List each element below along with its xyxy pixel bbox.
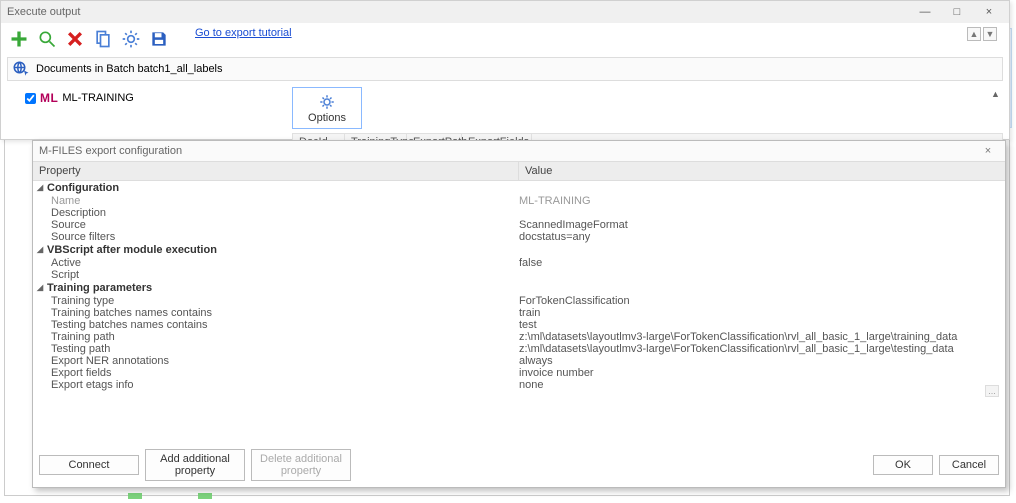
row-export-etags[interactable]: Export etags infonone	[33, 379, 1005, 391]
batch-label: Documents in Batch batch1_all_labels	[36, 63, 223, 75]
copy-icon	[93, 29, 113, 49]
section-training-parameters[interactable]: ◢Training parameters	[33, 281, 1005, 295]
window-title: Execute output	[7, 6, 80, 18]
options-button[interactable]: Options	[292, 87, 362, 129]
col-property[interactable]: Property	[33, 162, 519, 180]
connect-button[interactable]: Connect	[39, 455, 139, 475]
x-icon	[65, 29, 85, 49]
options-label: Options	[308, 112, 346, 124]
plus-icon	[9, 29, 29, 49]
row-name[interactable]: NameML-TRAINING	[33, 195, 1005, 207]
close-button[interactable]: ×	[977, 145, 999, 157]
save-icon	[149, 29, 169, 49]
section-configuration[interactable]: ◢Configuration	[33, 181, 1005, 195]
window-titlebar: Execute output — □ ×	[1, 1, 1009, 23]
delete-property-button: Delete additional property	[251, 449, 351, 481]
search-button[interactable]	[35, 27, 59, 51]
scroll-up-arrow[interactable]: ▲	[991, 89, 1001, 99]
tree-item-ml-training[interactable]: ML ML-TRAINING	[9, 87, 278, 105]
add-property-button[interactable]: Add additional property	[145, 449, 245, 481]
batch-bar: Documents in Batch batch1_all_labels	[7, 57, 1003, 81]
row-training-path[interactable]: Training pathz:\ml\datasets\layoutlmv3-l…	[33, 331, 1005, 343]
export-tutorial-link[interactable]: Go to export tutorial	[195, 27, 292, 39]
property-grid: ◢Configuration NameML-TRAINING Descripti…	[33, 181, 1005, 457]
tree-item-label: ML-TRAINING	[62, 92, 134, 104]
section-vbscript[interactable]: ◢VBScript after module execution	[33, 243, 1005, 257]
row-description[interactable]: Description	[33, 207, 1005, 219]
delete-button[interactable]	[63, 27, 87, 51]
dialog-title: M-FILES export configuration	[39, 145, 182, 157]
gear-icon	[318, 93, 336, 111]
ok-button[interactable]: OK	[873, 455, 933, 475]
row-testing-path[interactable]: Testing pathz:\ml\datasets\layoutlmv3-la…	[33, 343, 1005, 355]
cancel-button[interactable]: Cancel	[939, 455, 999, 475]
pin-up-button[interactable]: ▲	[967, 27, 981, 41]
tree-checkbox[interactable]	[25, 93, 36, 104]
row-source-filters[interactable]: Source filtersdocstatus=any	[33, 231, 1005, 243]
add-button[interactable]	[7, 27, 31, 51]
magnifier-icon	[37, 29, 57, 49]
pin-controls: ▲ ▼	[967, 27, 997, 41]
save-button[interactable]	[147, 27, 171, 51]
settings-button[interactable]	[119, 27, 143, 51]
property-header: Property Value	[33, 161, 1005, 181]
row-training-batch-names[interactable]: Training batches names containstrain	[33, 307, 1005, 319]
globe-arrow-icon	[12, 60, 30, 78]
pin-down-button[interactable]: ▼	[983, 27, 997, 41]
row-source[interactable]: SourceScannedImageFormat	[33, 219, 1005, 231]
progress-marker	[198, 493, 212, 499]
row-export-ner[interactable]: Export NER annotationsalways	[33, 355, 1005, 367]
close-button[interactable]: ×	[975, 4, 1003, 20]
col-value[interactable]: Value	[519, 162, 1005, 180]
row-active[interactable]: Activefalse	[33, 257, 1005, 269]
row-export-fields[interactable]: Export fieldsinvoice number	[33, 367, 1005, 379]
minimize-button[interactable]: —	[911, 4, 939, 20]
script-ellipsis-button[interactable]: …	[985, 385, 999, 397]
progress-marker	[128, 493, 142, 499]
row-script[interactable]: Script	[33, 269, 1005, 281]
gear-icon	[121, 29, 141, 49]
maximize-button[interactable]: □	[943, 4, 971, 20]
export-config-dialog: M-FILES export configuration × Property …	[32, 140, 1006, 488]
ml-icon: ML	[40, 91, 58, 105]
dialog-titlebar: M-FILES export configuration ×	[33, 141, 1005, 161]
toolbar: Go to export tutorial ▲ ▼	[1, 23, 1009, 55]
row-training-type[interactable]: Training typeForTokenClassification	[33, 295, 1005, 307]
execute-output-window: Execute output — □ × Go to export tutori…	[0, 0, 1010, 140]
dialog-footer: Connect Add additional property Delete a…	[39, 449, 999, 481]
copy-button[interactable]	[91, 27, 115, 51]
row-testing-batch-names[interactable]: Testing batches names containstest	[33, 319, 1005, 331]
